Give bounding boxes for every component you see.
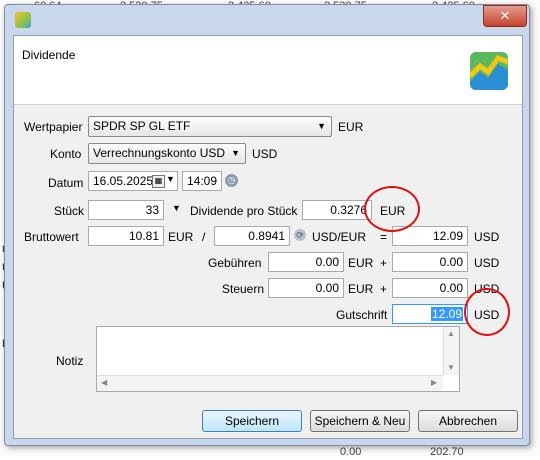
steuern-field[interactable]: 0.00 — [268, 278, 344, 298]
notiz-label: Notiz — [56, 354, 84, 368]
datum-label: Datum — [48, 176, 84, 190]
bg-cell: 0.00 — [340, 446, 362, 458]
wertpapier-value: SPDR SP GL ETF — [93, 119, 191, 133]
app-logo-icon — [15, 12, 31, 28]
exchange-rate-value: 0.8941 — [248, 229, 285, 243]
chart-logo-icon — [470, 52, 508, 90]
bg-cell: 202.70 — [430, 446, 464, 458]
bruttowert-field[interactable]: 10.81 — [88, 226, 164, 246]
equals-sign: = — [380, 230, 388, 244]
dividende-field[interactable]: 0.3276 — [302, 200, 372, 220]
rate-unit: USD/EUR — [312, 230, 367, 244]
steuern-currency: EUR — [348, 282, 374, 296]
bruttowert-converted-value: 12.09 — [432, 229, 463, 243]
time-value: 14:09 — [187, 174, 218, 188]
chevron-down-icon[interactable]: ▼ — [166, 174, 175, 184]
konto-label: Konto — [50, 147, 82, 161]
bruttowert-value: 10.81 — [128, 229, 159, 243]
dividende-label: Dividende pro Stück — [190, 204, 298, 218]
close-button[interactable]: ✕ — [483, 5, 527, 27]
gebuehren-field[interactable]: 0.00 — [268, 252, 344, 272]
notiz-textarea[interactable]: ▲ ▼ ◀ ▶ — [96, 326, 460, 392]
chevron-down-icon: ▼ — [317, 121, 326, 131]
dialog-content: Dividende Wertpapier SPDR SP GL ETF ▼ EU… — [13, 35, 523, 439]
annotation-circle-eur — [364, 186, 420, 232]
steuern-label: Steuern — [222, 282, 265, 296]
annotation-circle-usd — [464, 288, 510, 336]
scroll-up-icon[interactable]: ▲ — [447, 329, 455, 338]
gebuehren-converted-value: 0.00 — [439, 255, 463, 269]
dividende-value: 0.3276 — [330, 203, 367, 217]
chevron-down-icon[interactable]: ▼ — [172, 203, 181, 213]
gutschrift-field[interactable]: 12.09 — [392, 304, 468, 324]
slash-separator: / — [202, 230, 206, 244]
gutschrift-label: Gutschrift — [336, 308, 388, 322]
stueck-label: Stück — [54, 204, 85, 218]
horizontal-scrollbar[interactable]: ◀ ▶ — [97, 375, 443, 391]
gebuehren-value: 0.00 — [315, 255, 339, 269]
konto-select[interactable]: Verrechnungskonto USD ▼ — [88, 143, 246, 164]
bruttowert-currency: EUR — [168, 230, 194, 244]
gebuehren-converted-currency: USD — [474, 256, 500, 270]
bruttowert-label: Bruttowert — [24, 230, 79, 244]
stueck-value: 33 — [145, 203, 159, 217]
dividende-dialog: ✕ Dividende Wertpapier SPDR SP GL ETF ▼ … — [4, 4, 530, 446]
clock-icon[interactable]: ◷ — [225, 174, 238, 187]
steuern-converted-value: 0.00 — [439, 281, 463, 295]
title-bar[interactable]: ✕ — [5, 5, 529, 35]
vertical-scrollbar[interactable]: ▲ ▼ — [443, 327, 459, 375]
scroll-down-icon[interactable]: ▼ — [447, 363, 455, 372]
steuern-converted-field[interactable]: 0.00 — [392, 278, 468, 298]
calendar-icon[interactable]: ▦ — [152, 175, 165, 188]
dialog-header: Dividende — [14, 36, 522, 105]
time-field[interactable]: 14:09 — [182, 171, 222, 191]
dialog-title: Dividende — [22, 48, 76, 62]
bruttowert-converted-currency: USD — [474, 230, 500, 244]
save-button[interactable]: Speichern — [202, 410, 302, 432]
wertpapier-label: Wertpapier — [24, 120, 83, 134]
konto-currency: USD — [252, 147, 278, 161]
steuern-value: 0.00 — [315, 281, 339, 295]
scroll-left-icon[interactable]: ◀ — [101, 378, 107, 387]
plus-sign: + — [380, 282, 388, 296]
gutschrift-value: 12.09 — [430, 307, 463, 321]
scroll-right-icon[interactable]: ▶ — [431, 378, 437, 387]
wertpapier-currency: EUR — [338, 120, 364, 134]
background-bottom-row: 0.00 202.70 — [0, 446, 540, 460]
cancel-button[interactable]: Abbrechen — [418, 410, 518, 432]
gebuehren-label: Gebühren — [208, 256, 262, 270]
gebuehren-currency: EUR — [348, 256, 374, 270]
plus-sign: + — [380, 256, 388, 270]
save-and-new-button[interactable]: Speichern & Neu — [310, 410, 410, 432]
date-value: 16.05.2025 — [93, 174, 154, 188]
konto-value: Verrechnungskonto USD — [93, 146, 226, 160]
swap-rate-icon[interactable]: ⟳ — [294, 229, 306, 241]
stueck-field[interactable]: 33 — [88, 200, 164, 220]
gebuehren-converted-field[interactable]: 0.00 — [392, 252, 468, 272]
wertpapier-select[interactable]: SPDR SP GL ETF ▼ — [88, 116, 332, 137]
exchange-rate-field[interactable]: 0.8941 — [214, 226, 290, 246]
chevron-down-icon: ▼ — [231, 148, 240, 158]
